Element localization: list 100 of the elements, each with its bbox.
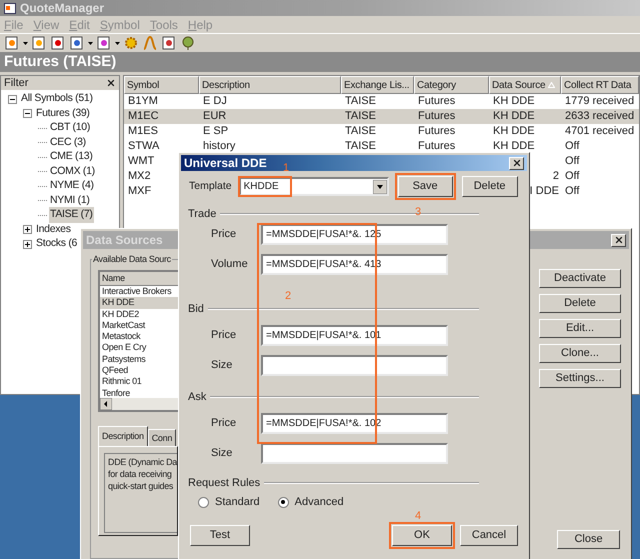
- list-item[interactable]: KH DDE: [100, 297, 178, 309]
- table-cell-text: history: [202, 139, 236, 154]
- table-cell-text: 4701 received: [564, 124, 636, 140]
- column-header[interactable]: Symbol: [124, 76, 199, 94]
- column-header[interactable]: Category: [414, 76, 489, 94]
- save-button[interactable]: Save: [398, 176, 453, 197]
- column-header[interactable]: Name: [100, 272, 178, 286]
- page-icon[interactable]: [96, 35, 112, 51]
- table-cell-text: STWA: [127, 139, 160, 154]
- column-header[interactable]: Description: [199, 76, 341, 94]
- collapse-icon[interactable]: [8, 94, 17, 104]
- section-title: Bid: [188, 302, 205, 317]
- caret-icon[interactable]: [23, 42, 28, 44]
- scrollbar[interactable]: [100, 398, 178, 410]
- column-header[interactable]: Collect RT Data: [561, 76, 639, 94]
- field-label: Price: [210, 227, 238, 242]
- table-cell-text: Off: [564, 184, 580, 200]
- table-cell-text: Off: [564, 169, 580, 184]
- tree-item[interactable]: Futures (39): [35, 106, 91, 122]
- caret-icon[interactable]: [115, 42, 120, 44]
- column-header[interactable]: Data Source: [489, 76, 561, 94]
- template-label: Template: [189, 178, 232, 194]
- description-text: DDE (Dynamic Da for data receiving quick-start guides: [104, 453, 177, 533]
- cancel-button[interactable]: Cancel: [460, 524, 518, 546]
- list-item[interactable]: Tenfore: [100, 388, 178, 398]
- close-icon: [614, 235, 624, 245]
- table-cell-text: B1YM: [127, 94, 159, 110]
- list-item[interactable]: Interactive Brokers: [100, 286, 178, 298]
- list-item[interactable]: Open E Cry: [100, 342, 178, 354]
- dialog-button[interactable]: Deactivate: [539, 269, 621, 288]
- table-cell-text: TAISE: [344, 139, 377, 154]
- table-cell-text: MX2: [127, 169, 152, 184]
- panel-title: Filter: [4, 76, 28, 91]
- expand-icon[interactable]: [23, 225, 32, 234]
- table-row[interactable]: M1ES E SP TAISE Futures KH DDE 4701 received: [124, 124, 639, 139]
- tab[interactable]: Description: [98, 426, 148, 446]
- source-list[interactable]: Name Interactive Brokers KH DDE KH DDE2 MarketCast Metastock Open E Cry Patsystems QFeed Rithmic 01 Tenfore: [98, 270, 178, 412]
- field-label: Price: [210, 328, 238, 344]
- close-button[interactable]: [509, 156, 524, 170]
- close-icon[interactable]: [106, 78, 116, 88]
- list-item[interactable]: QFeed: [100, 365, 178, 376]
- table-cell-text: Futures: [417, 109, 456, 124]
- tree-item[interactable]: CEC (3): [49, 134, 87, 151]
- radio-button[interactable]: [278, 496, 289, 508]
- table-row[interactable]: M1EC EUR TAISE Futures KH DDE 2633 received: [124, 109, 639, 124]
- annotation-number: 1: [283, 163, 290, 174]
- radio-button[interactable]: [198, 496, 209, 508]
- list-item[interactable]: Metastock: [100, 331, 178, 342]
- table-cell-text: E SP: [202, 124, 230, 140]
- delete-button[interactable]: Delete: [462, 176, 518, 197]
- table-cell-text: KH DDE: [492, 94, 536, 110]
- input-field[interactable]: [261, 443, 448, 464]
- tree-item[interactable]: Indexes: [35, 222, 72, 238]
- template-combo[interactable]: KHDDE: [238, 177, 389, 196]
- tree-item[interactable]: All Symbols (51): [20, 91, 94, 108]
- export-icon[interactable]: [69, 35, 85, 51]
- dialog-button[interactable]: Edit...: [539, 319, 621, 338]
- list-item[interactable]: Patsystems: [100, 354, 178, 366]
- table-cell-text: E DJ: [202, 94, 228, 110]
- tree-item[interactable]: TAISE (7): [49, 207, 94, 224]
- tree-item[interactable]: NYMI (1): [49, 192, 91, 209]
- table-row[interactable]: B1YM E DJ TAISE Futures KH DDE 1779 received: [124, 94, 639, 109]
- radio-label: Standard: [215, 495, 260, 510]
- field-label: Size: [210, 446, 234, 462]
- table-cell-text: M1EC: [127, 109, 160, 124]
- test-button[interactable]: Test: [190, 524, 250, 546]
- collapse-icon[interactable]: [23, 109, 32, 118]
- table-cell-text: Futures: [417, 94, 456, 110]
- column-header[interactable]: Exchange Lis...: [341, 76, 414, 94]
- tab[interactable]: Conn: [148, 429, 176, 446]
- dialog-button[interactable]: Delete: [539, 294, 621, 313]
- new-icon[interactable]: [4, 35, 20, 51]
- sort-arrow-icon: [548, 82, 556, 88]
- field-label: Size: [210, 358, 234, 374]
- dropdown-arrow-icon[interactable]: [372, 180, 387, 194]
- scroll-left-icon[interactable]: [100, 398, 112, 410]
- list-item[interactable]: Rithmic 01: [100, 376, 178, 388]
- table-cell-text: EUR: [202, 109, 228, 124]
- dialog-button[interactable]: Clone...: [539, 344, 621, 363]
- caret-icon[interactable]: [88, 42, 93, 44]
- close-icon: [512, 158, 522, 168]
- table-cell-text: TAISE: [344, 94, 377, 110]
- tree-item[interactable]: COMX (1): [49, 164, 96, 180]
- import-icon[interactable]: [31, 35, 47, 51]
- calendar-icon[interactable]: [161, 35, 177, 51]
- close-button[interactable]: [611, 234, 626, 246]
- close-dialog-button[interactable]: Close: [557, 530, 620, 549]
- table-row[interactable]: STWA history TAISE Futures KH DDE Off: [124, 139, 639, 154]
- tree-item[interactable]: Stocks (6: [35, 236, 78, 252]
- tree-item[interactable]: CBT (10): [49, 120, 92, 136]
- delete-icon[interactable]: [50, 35, 66, 51]
- expand-icon[interactable]: [23, 240, 32, 249]
- list-item[interactable]: KH DDE2: [100, 308, 178, 320]
- input-field[interactable]: [261, 355, 448, 376]
- list-item[interactable]: MarketCast: [100, 320, 178, 332]
- table-cell-text: 2: [552, 169, 560, 184]
- tree-item[interactable]: NYME (4): [49, 178, 95, 194]
- tree-item[interactable]: CME (13): [49, 149, 94, 166]
- dialog-button[interactable]: Settings...: [539, 369, 621, 388]
- section-title: Trade: [188, 206, 218, 222]
